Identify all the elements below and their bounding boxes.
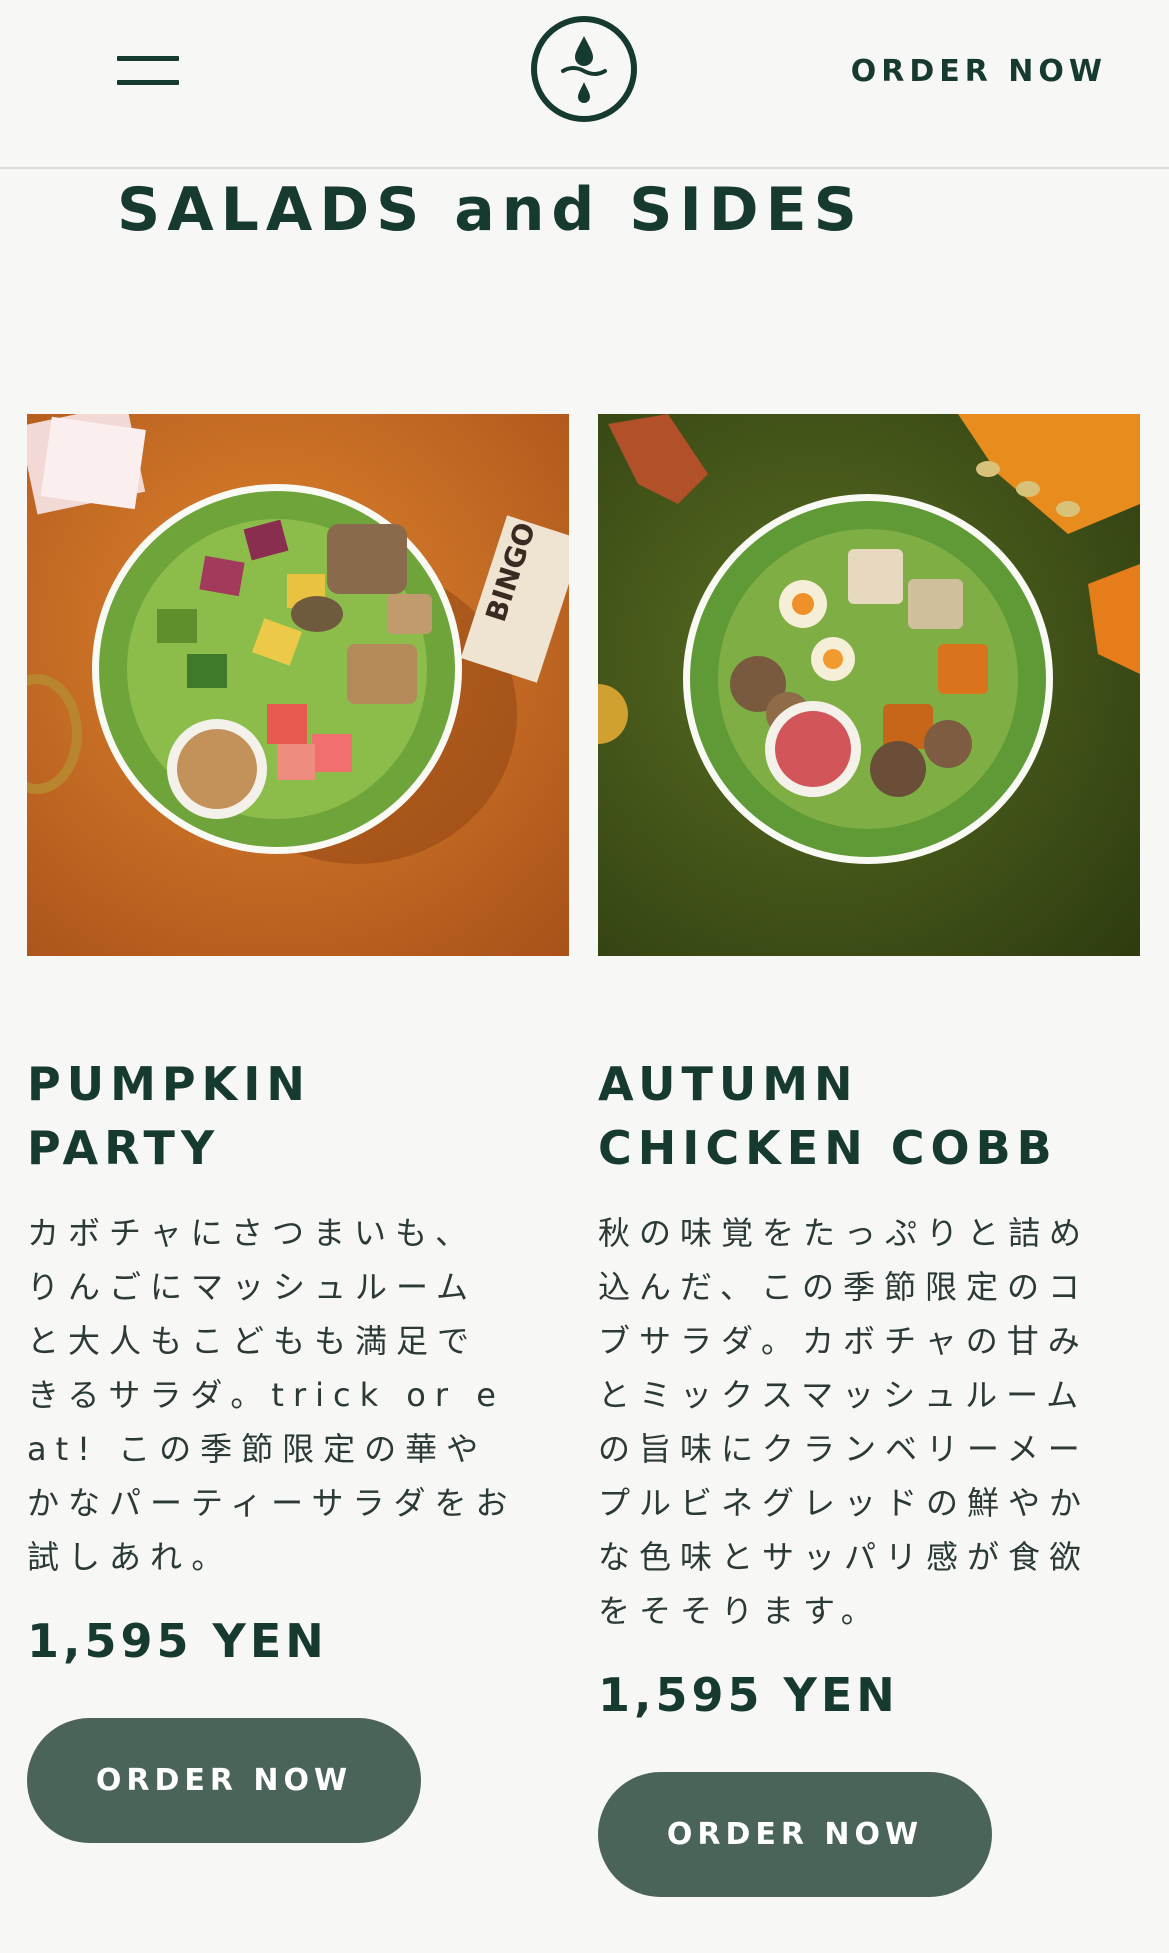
product-name: AUTUMN CHICKEN COBB [598,1057,1058,1175]
product-description: 秋の味覚をたっぷりと詰め込んだ、この季節限定のコブサラダ。カボチャの甘みとミック… [598,1214,1091,1630]
product-card-pumpkin-party: BINGO PUMPKIN PARTY カボチャにさつまいも、りんごにマッシュル… [27,414,569,1843]
pumpkin-party-salad-photo[interactable]: BINGO [27,414,569,956]
header-order-now-link[interactable]: ORDER NOW [851,54,1107,89]
product-description: カボチャにさつまいも、りんごにマッシュルームと大人もこどもも満足できるサラダ。t… [27,1214,517,1576]
hamburger-menu-icon[interactable] [117,56,179,88]
order-now-button[interactable]: ORDER NOW [27,1718,421,1843]
autumn-chicken-cobb-salad-photo[interactable] [598,414,1140,956]
product-price: 1,595 YEN [27,1614,328,1668]
product-card-autumn-chicken-cobb: AUTUMN CHICKEN COBB 秋の味覚をたっぷりと詰め込んだ、この季節… [598,414,1140,1897]
product-price: 1,595 YEN [598,1668,899,1722]
water-drop-logo-icon[interactable] [529,14,639,124]
section-title: SALADS and SIDES [117,175,864,245]
order-now-button[interactable]: ORDER NOW [598,1772,992,1897]
product-name: PUMPKIN PARTY [27,1057,311,1175]
site-header: ORDER NOW [0,0,1169,169]
